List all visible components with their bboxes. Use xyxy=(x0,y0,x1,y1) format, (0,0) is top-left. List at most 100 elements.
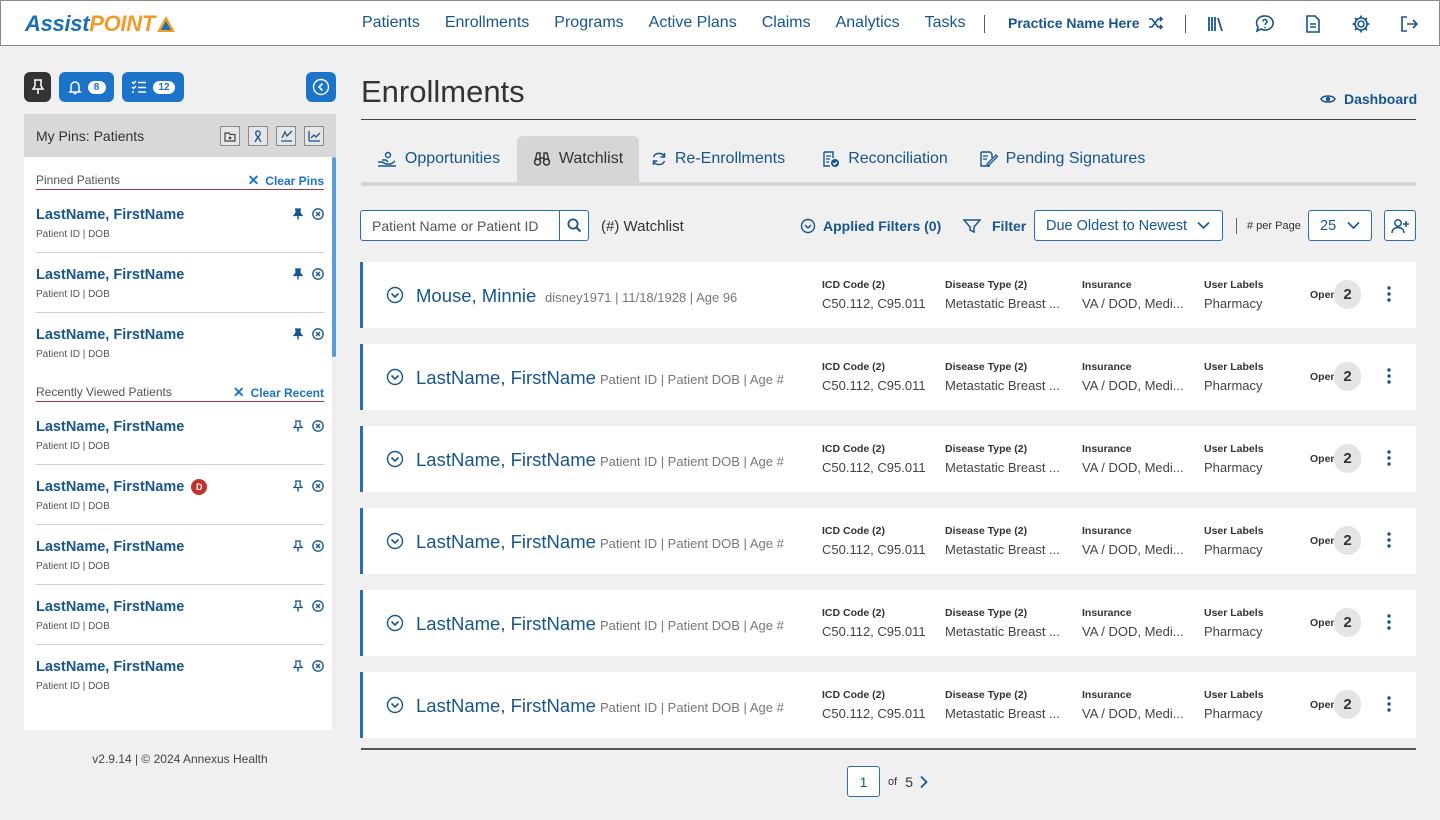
pin-icon[interactable] xyxy=(293,540,303,552)
search-button[interactable] xyxy=(559,211,588,240)
nav-active-plans[interactable]: Active Plans xyxy=(649,14,737,32)
ribbon-filter-button[interactable] xyxy=(248,126,268,146)
sort-dropdown[interactable]: Due Oldest to Newest xyxy=(1034,210,1223,241)
open-count-badge[interactable]: 2 xyxy=(1334,362,1361,391)
collapse-sidebar-button[interactable] xyxy=(306,72,336,102)
pin-icon[interactable] xyxy=(293,328,303,340)
patient-name-link[interactable]: LastName, FirstName xyxy=(416,695,596,717)
remove-circle-icon[interactable] xyxy=(312,600,324,612)
folder-filter-button[interactable] xyxy=(220,126,240,146)
pinned-patient-item[interactable]: LastName, FirstName Patient ID | DOB xyxy=(36,193,324,253)
patient-name[interactable]: LastName, FirstName xyxy=(36,659,184,675)
current-page-input[interactable]: 1 xyxy=(847,766,880,797)
pin-icon[interactable] xyxy=(293,208,303,220)
nav-patients[interactable]: Patients xyxy=(362,14,420,32)
patient-name[interactable]: LastName, FirstName xyxy=(36,599,184,615)
nav-tasks[interactable]: Tasks xyxy=(925,14,966,32)
recent-patient-item[interactable]: LastName, FirstName Patient ID | DOB xyxy=(36,525,324,585)
more-options-icon[interactable] xyxy=(1387,614,1391,630)
more-options-icon[interactable] xyxy=(1387,286,1391,302)
nav-programs[interactable]: Programs xyxy=(554,14,623,32)
notifications-button[interactable]: 8 xyxy=(59,72,114,102)
pinned-patient-item[interactable]: LastName, FirstName Patient ID | DOB xyxy=(36,253,324,313)
clear-recent-button[interactable]: ✕ Clear Recent xyxy=(233,384,324,401)
practice-switcher[interactable]: Practice Name Here xyxy=(1008,15,1164,31)
patient-name[interactable]: LastName, FirstName xyxy=(36,539,184,555)
search-input[interactable] xyxy=(361,211,560,240)
pin-icon[interactable] xyxy=(293,480,303,492)
tasks-button[interactable]: 12 xyxy=(122,72,184,102)
clear-pins-button[interactable]: ✕ Clear Pins xyxy=(248,172,324,189)
tab-pending-signatures[interactable]: Pending Signatures xyxy=(975,136,1149,182)
open-count-badge[interactable]: 2 xyxy=(1334,280,1361,309)
remove-circle-icon[interactable] xyxy=(312,268,324,280)
dashboard-link[interactable]: Dashboard xyxy=(1320,91,1417,107)
patient-name-link[interactable]: Mouse, Minnie xyxy=(416,285,536,307)
enrollment-filter-button[interactable] xyxy=(276,126,296,146)
expand-row-icon[interactable] xyxy=(386,696,404,714)
patient-name[interactable]: LastName, FirstName xyxy=(36,207,184,223)
document-icon[interactable] xyxy=(1303,14,1323,34)
pin-icon[interactable] xyxy=(293,600,303,612)
next-page-icon[interactable] xyxy=(919,775,929,789)
remove-circle-icon[interactable] xyxy=(312,540,324,552)
pin-icon[interactable] xyxy=(293,268,303,280)
more-options-icon[interactable] xyxy=(1387,368,1391,384)
remove-circle-icon[interactable] xyxy=(312,328,324,340)
patient-name[interactable]: LastName, FirstName xyxy=(36,327,184,343)
expand-row-icon[interactable] xyxy=(386,286,404,304)
watchlist-row[interactable]: Mouse, Minnie disney1971 | 11/18/1928 | A… xyxy=(360,262,1416,328)
more-options-icon[interactable] xyxy=(1387,450,1391,466)
tab-watchlist[interactable]: Watchlist xyxy=(517,136,639,182)
watchlist-row[interactable]: LastName, FirstName Patient ID | Patient … xyxy=(360,590,1416,656)
patient-name-link[interactable]: LastName, FirstName xyxy=(416,367,596,389)
expand-row-icon[interactable] xyxy=(386,614,404,632)
expand-row-icon[interactable] xyxy=(386,368,404,386)
pinned-patient-item[interactable]: LastName, FirstName Patient ID | DOB xyxy=(36,313,324,373)
patient-name-link[interactable]: LastName, FirstName xyxy=(416,449,596,471)
remove-circle-icon[interactable] xyxy=(312,660,324,672)
open-count-badge[interactable]: 2 xyxy=(1334,608,1361,637)
patient-name-link[interactable]: LastName, FirstName xyxy=(416,531,596,553)
help-chat-icon[interactable] xyxy=(1255,14,1275,34)
remove-circle-icon[interactable] xyxy=(312,480,324,492)
expand-row-icon[interactable] xyxy=(386,450,404,468)
assistpoint-logo[interactable]: Assist POINT xyxy=(25,11,176,37)
library-icon[interactable] xyxy=(1207,14,1227,34)
nav-analytics[interactable]: Analytics xyxy=(836,14,900,32)
recent-patient-item[interactable]: LastName, FirstName Patient ID | DOB xyxy=(36,405,324,465)
tab-opportunities[interactable]: Opportunities xyxy=(361,136,516,182)
expand-row-icon[interactable] xyxy=(386,532,404,550)
more-options-icon[interactable] xyxy=(1387,532,1391,548)
recent-patient-item[interactable]: LastName, FirstName Patient ID | DOB xyxy=(36,645,324,705)
patient-name[interactable]: LastName, FirstName xyxy=(36,267,184,283)
filter-button[interactable]: Filter xyxy=(963,218,1026,234)
open-count-badge[interactable]: 2 xyxy=(1334,444,1361,473)
settings-gear-icon[interactable] xyxy=(1351,14,1371,34)
remove-circle-icon[interactable] xyxy=(312,420,324,432)
pins-scrollbar[interactable] xyxy=(332,157,336,730)
analytics-filter-button[interactable] xyxy=(304,126,324,146)
tab-re-enrollments[interactable]: Re-Enrollments xyxy=(645,136,791,182)
recent-patient-item[interactable]: LastName, FirstName D Patient ID | DOB xyxy=(36,465,324,525)
pins-scrollbar-thumb[interactable] xyxy=(332,157,336,357)
pins-toggle-button[interactable] xyxy=(24,72,51,102)
more-options-icon[interactable] xyxy=(1387,696,1391,712)
watchlist-row[interactable]: LastName, FirstName Patient ID | Patient … xyxy=(360,672,1416,738)
patient-name[interactable]: LastName, FirstName xyxy=(36,419,184,435)
watchlist-row[interactable]: LastName, FirstName Patient ID | Patient … xyxy=(360,344,1416,410)
pin-icon[interactable] xyxy=(293,660,303,672)
applied-filters-toggle[interactable]: Applied Filters (0) xyxy=(800,218,941,234)
open-count-badge[interactable]: 2 xyxy=(1334,526,1361,555)
tab-reconciliation[interactable]: Reconciliation xyxy=(813,136,957,182)
open-count-badge[interactable]: 2 xyxy=(1334,690,1361,719)
nav-enrollments[interactable]: Enrollments xyxy=(445,14,529,32)
watchlist-row[interactable]: LastName, FirstName Patient ID | Patient … xyxy=(360,426,1416,492)
recent-patient-item[interactable]: LastName, FirstName Patient ID | DOB xyxy=(36,585,324,645)
nav-claims[interactable]: Claims xyxy=(762,14,811,32)
patient-name-link[interactable]: LastName, FirstName xyxy=(416,613,596,635)
remove-circle-icon[interactable] xyxy=(312,208,324,220)
add-patient-button[interactable] xyxy=(1384,210,1416,241)
logout-icon[interactable] xyxy=(1399,14,1419,34)
per-page-dropdown[interactable]: 25 xyxy=(1308,210,1372,241)
